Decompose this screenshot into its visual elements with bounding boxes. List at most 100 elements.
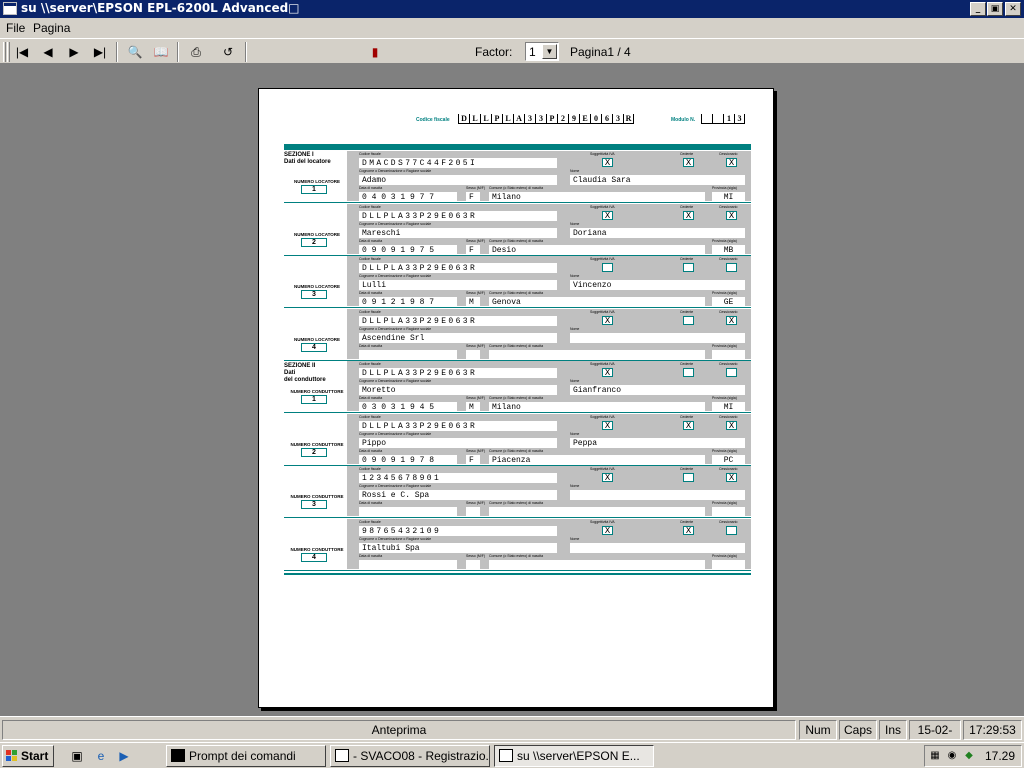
cognome-field[interactable]: Moretto [359, 385, 557, 395]
data-nascita-field[interactable] [359, 349, 457, 360]
iva-checkbox[interactable]: X [602, 525, 613, 535]
codice-fiscale-field[interactable]: DLLPLA33P29E063R [359, 210, 557, 221]
comune-field[interactable] [489, 349, 705, 360]
data-nascita-field[interactable]: 0 9 0 9 1 9 7 8 [359, 454, 457, 465]
cessionario-checkbox[interactable]: X [726, 158, 737, 167]
prev-page-icon[interactable]: ◀ [37, 42, 59, 62]
cedente-checkbox[interactable] [683, 315, 694, 325]
nome-field[interactable] [570, 542, 745, 553]
iva-checkbox[interactable]: X [602, 420, 613, 430]
cognome-field[interactable]: Pippo [359, 437, 557, 448]
sesso-field[interactable] [466, 507, 480, 517]
cessionario-checkbox[interactable]: X [726, 473, 737, 482]
factor-select[interactable]: 1 ▼ [525, 42, 559, 61]
menu-file[interactable]: File [6, 21, 25, 35]
sesso-field[interactable] [466, 349, 480, 360]
cessionario-checkbox[interactable] [726, 263, 737, 272]
data-nascita-field[interactable]: 0 3 0 3 1 9 4 5 [359, 402, 457, 412]
cedente-checkbox[interactable] [683, 368, 694, 377]
book-icon[interactable]: 📖 [150, 42, 172, 62]
shield-icon[interactable]: ◆ [962, 749, 976, 763]
cedente-checkbox[interactable]: X [683, 420, 694, 430]
quicklaunch-desktop-icon[interactable]: ▣ [68, 747, 86, 765]
cedente-checkbox[interactable]: X [683, 525, 694, 535]
cedente-checkbox[interactable] [683, 263, 694, 272]
toolbar-grip[interactable] [3, 42, 6, 62]
menu-pagina[interactable]: Pagina [33, 21, 70, 35]
provincia-field[interactable]: PC [712, 454, 745, 465]
toolbar-grip-2[interactable] [7, 42, 10, 62]
sesso-field[interactable] [466, 559, 480, 570]
title-bar[interactable]: su \\server\EPSON EPL-6200L Advanced□ _ … [0, 0, 1024, 18]
codice-fiscale-field[interactable]: DLLPLA33P29E063R [359, 420, 557, 431]
nome-field[interactable] [570, 490, 745, 500]
cognome-field[interactable]: Rossi e C. Spa [359, 490, 557, 500]
provincia-field[interactable]: MI [712, 402, 745, 412]
comune-field[interactable]: Desio [489, 244, 705, 255]
codice-fiscale-field[interactable]: 12345678901 [359, 473, 557, 483]
nome-field[interactable]: Peppa [570, 437, 745, 448]
task-svaco08[interactable]: - SVACO08 - Registrazio... [330, 745, 490, 767]
next-page-icon[interactable]: ▶ [63, 42, 85, 62]
sesso-field[interactable]: M [466, 402, 480, 412]
cognome-field[interactable]: Lulli [359, 280, 557, 290]
data-nascita-field[interactable]: 0 9 0 9 1 9 7 5 [359, 244, 457, 255]
nome-field[interactable]: Claudia Sara [570, 175, 745, 185]
comune-field[interactable] [489, 559, 705, 570]
iva-checkbox[interactable]: X [602, 158, 613, 167]
maximize-button[interactable]: ▣ [987, 2, 1003, 16]
comune-field[interactable]: Piacenza [489, 454, 705, 465]
provincia-field[interactable]: MI [712, 192, 745, 202]
export-icon[interactable]: ↺ [217, 42, 239, 62]
cognome-field[interactable]: Adamo [359, 175, 557, 185]
minimize-button[interactable]: _ [970, 2, 986, 16]
task-epson[interactable]: su \\server\EPSON E... [494, 745, 654, 767]
task-prompt[interactable]: Prompt dei comandi [166, 745, 326, 767]
provincia-field[interactable] [712, 559, 745, 570]
data-nascita-field[interactable] [359, 559, 457, 570]
cessionario-checkbox[interactable] [726, 368, 737, 377]
cognome-field[interactable]: Italtubi Spa [359, 542, 557, 553]
cognome-field[interactable]: Ascendine Srl [359, 332, 557, 343]
cedente-checkbox[interactable]: X [683, 210, 694, 220]
cedente-checkbox[interactable] [683, 473, 694, 482]
nome-field[interactable]: Vincenzo [570, 280, 745, 290]
security-icon[interactable]: ◉ [945, 749, 959, 763]
codice-fiscale-field[interactable]: DLLPLA33P29E063R [359, 263, 557, 273]
network-icon[interactable]: ▦ [928, 749, 942, 763]
codice-fiscale-field[interactable]: DMACDS77C44F205I [359, 158, 557, 168]
comune-field[interactable]: Milano [489, 402, 705, 412]
printer-icon[interactable]: ⎙ [185, 42, 207, 62]
cessionario-checkbox[interactable]: X [726, 420, 737, 430]
cognome-field[interactable]: Mareschi [359, 227, 557, 238]
sesso-field[interactable]: F [466, 192, 480, 202]
nome-field[interactable]: Gianfranco [570, 385, 745, 395]
last-page-icon[interactable]: ▶| [89, 42, 111, 62]
start-button[interactable]: Start [2, 745, 54, 767]
sesso-field[interactable]: F [466, 454, 480, 465]
zoom-icon[interactable]: 🔍 [124, 42, 146, 62]
cedente-checkbox[interactable]: X [683, 158, 694, 167]
iva-checkbox[interactable]: X [602, 473, 613, 482]
provincia-field[interactable] [712, 507, 745, 517]
comune-field[interactable]: Genova [489, 297, 705, 307]
chevron-down-icon[interactable]: ▼ [542, 44, 557, 59]
provincia-field[interactable]: GE [712, 297, 745, 307]
iva-checkbox[interactable]: X [602, 368, 613, 377]
data-nascita-field[interactable] [359, 507, 457, 517]
exit-door-icon[interactable]: ▮ [364, 42, 386, 62]
comune-field[interactable]: Milano [489, 192, 705, 202]
iva-checkbox[interactable]: X [602, 210, 613, 220]
nome-field[interactable]: Doriana [570, 227, 745, 238]
data-nascita-field[interactable]: 0 9 1 2 1 9 8 7 [359, 297, 457, 307]
preview-area[interactable]: Codice fiscale DLLPLA33P29E063R Modulo N… [0, 64, 1024, 716]
close-button[interactable]: ✕ [1005, 2, 1021, 16]
sesso-field[interactable]: M [466, 297, 480, 307]
iva-checkbox[interactable] [602, 263, 613, 272]
window-app-icon[interactable] [3, 2, 17, 15]
provincia-field[interactable]: MB [712, 244, 745, 255]
codice-fiscale-field[interactable]: DLLPLA33P29E063R [359, 368, 557, 378]
cessionario-checkbox[interactable] [726, 525, 737, 535]
provincia-field[interactable] [712, 349, 745, 360]
quicklaunch-media-icon[interactable]: ▶ [115, 747, 133, 765]
